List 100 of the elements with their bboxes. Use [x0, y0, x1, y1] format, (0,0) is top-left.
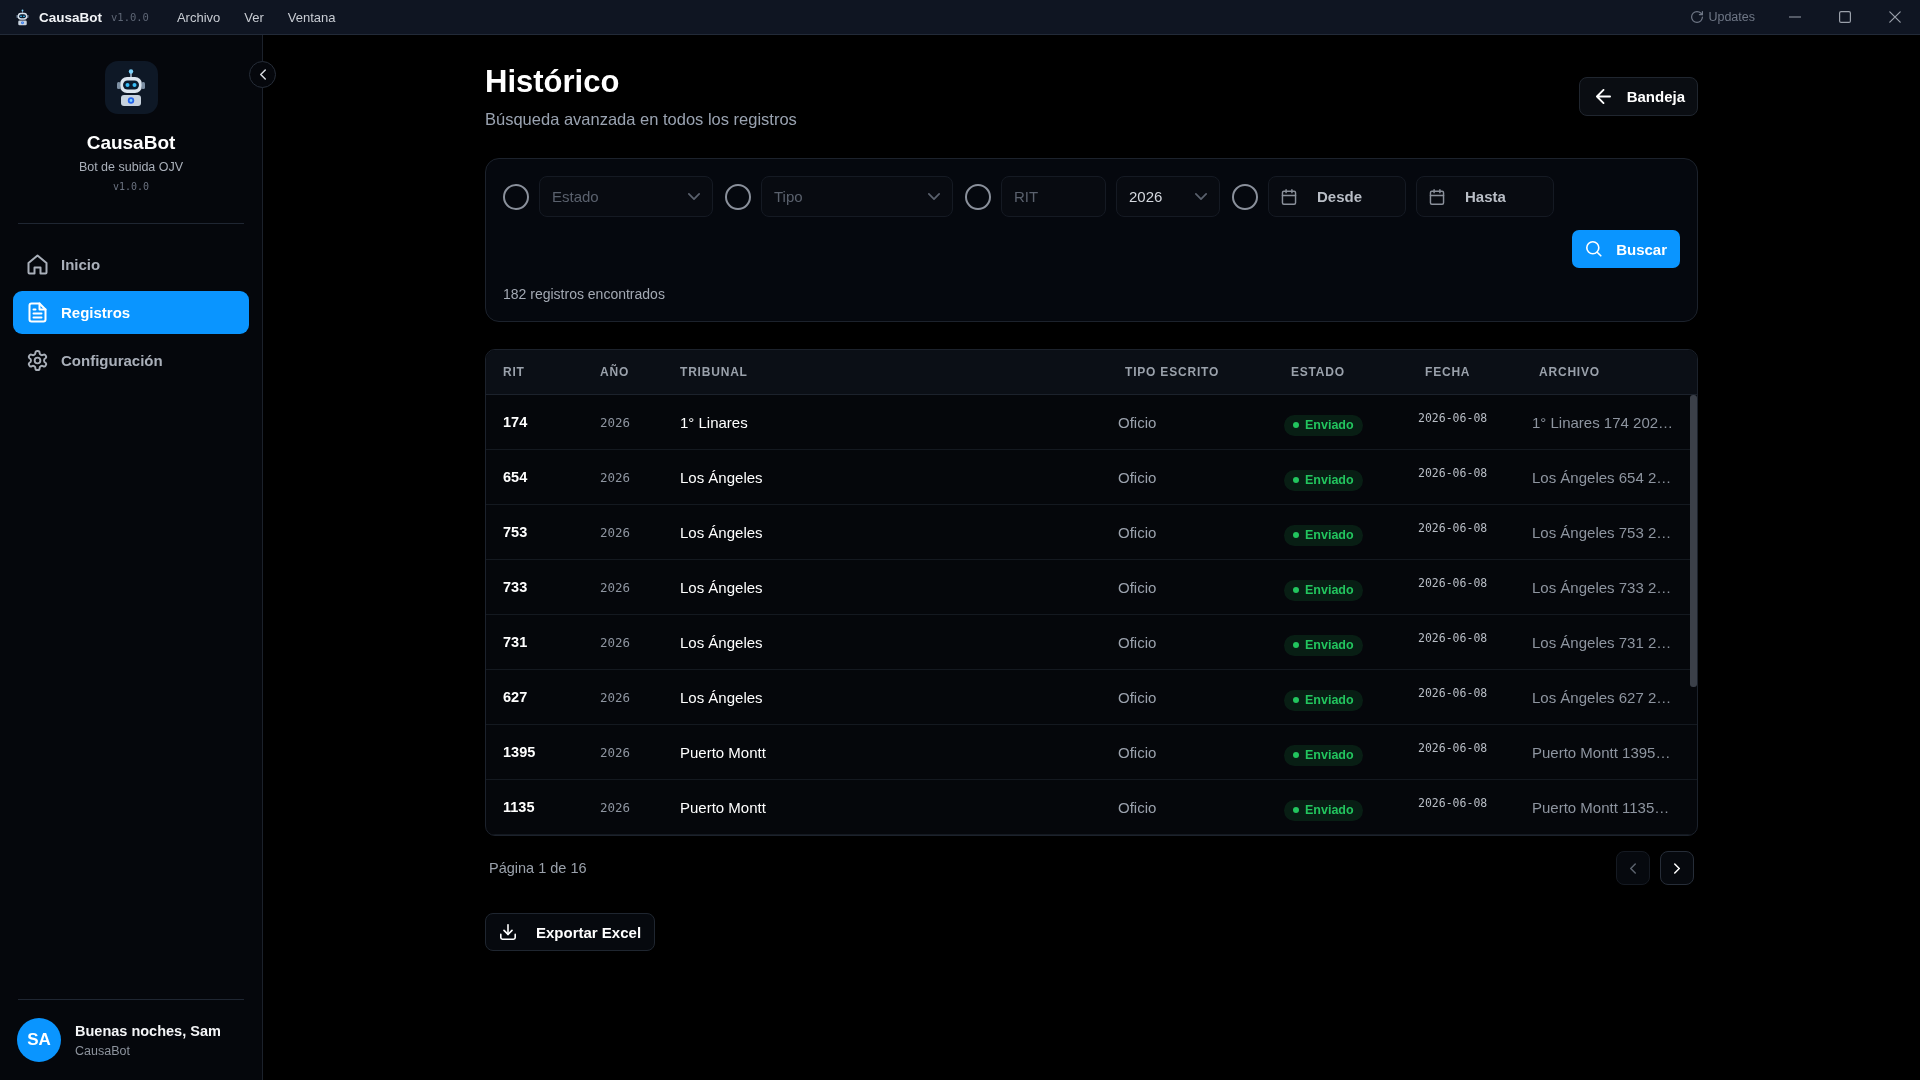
table-cell-text: Los Ángeles	[680, 578, 764, 596]
result-count: 182 registros encontrados	[503, 285, 666, 304]
table-cell-text: 2026	[600, 579, 632, 595]
table-cell-text: Oficio	[1118, 523, 1158, 541]
status-text: Enviado	[1305, 583, 1354, 597]
chevron-right-icon	[1674, 862, 1680, 874]
table-cell-text: Los Ángeles 731 2…	[1532, 633, 1673, 651]
calendar-icon	[1429, 188, 1445, 205]
table-cell-text: 1° Linares	[680, 413, 749, 431]
app-name: CausaBot	[39, 9, 102, 25]
table-cell-text: Oficio	[1118, 743, 1158, 761]
table-cell-text: 174	[503, 414, 529, 430]
nav-item[interactable]: Configuración	[13, 339, 249, 382]
table-cell-text: 2026	[600, 634, 632, 650]
radio-button[interactable]	[503, 183, 529, 210]
table-cell-text: 627	[503, 689, 529, 705]
column-header: TIPO ESCRITO	[1124, 365, 1221, 379]
search-icon	[1586, 241, 1603, 257]
table-cell-text: 733	[503, 579, 529, 595]
table-cell-text: 2026-06-08	[1418, 741, 1489, 755]
dropdown-field[interactable]: 2026	[1116, 176, 1220, 217]
table-cell-text: 2026-06-08	[1418, 466, 1489, 480]
table-cell-text: Oficio	[1118, 798, 1158, 816]
table-cell-text: 2026-06-08	[1418, 576, 1489, 590]
status-text: Enviado	[1305, 693, 1354, 707]
back-button[interactable]: Bandeja	[1578, 76, 1698, 116]
avatar: SA	[17, 1018, 61, 1062]
table-cell-text: Los Ángeles 733 2…	[1532, 578, 1673, 596]
version-label: v1.0.0	[111, 11, 149, 23]
close-icon	[1889, 11, 1901, 23]
updates-button[interactable]: Updates	[1691, 5, 1755, 29]
table-cell-text: Los Ángeles	[680, 523, 764, 541]
status-text: Enviado	[1305, 528, 1354, 542]
table-cell-text: Oficio	[1118, 633, 1158, 651]
table-cell-text: Los Ángeles 654 2…	[1532, 468, 1673, 486]
column-header: TRIBUNAL	[680, 365, 749, 379]
status-text: Enviado	[1305, 418, 1354, 432]
page-indicator: Página 1 de 16	[489, 860, 587, 876]
table-cell-text: 2026-06-08	[1418, 796, 1489, 810]
calendar-icon	[1281, 188, 1297, 205]
table-cell-text: 2026	[600, 469, 632, 485]
table-cell-text: 2026	[600, 799, 632, 815]
collapse-button[interactable]	[249, 61, 276, 88]
table-cell-text: Oficio	[1118, 413, 1158, 431]
table-cell-text: 2026-06-08	[1418, 686, 1489, 700]
table-cell-text: Los Ángeles	[680, 688, 764, 706]
table-cell-text: Puerto Montt 1395…	[1532, 743, 1672, 761]
refresh-icon	[1691, 11, 1704, 23]
table-cell-text: 2026	[600, 524, 632, 540]
column-header: AÑO	[600, 365, 631, 379]
robot-icon	[14, 8, 31, 26]
table-cell-text: Puerto Montt	[680, 743, 767, 761]
menu-item[interactable]: Ventana	[275, 0, 348, 34]
app-subtitle: Bot de subida OJV	[77, 159, 185, 176]
radio-button[interactable]	[725, 183, 751, 210]
date-button[interactable]: Desde	[1268, 176, 1406, 217]
chevron-down-icon	[928, 193, 940, 200]
menu-item[interactable]: Archivo	[164, 0, 233, 34]
app-name: CausaBot	[85, 131, 177, 155]
column-header: ESTADO	[1290, 365, 1346, 379]
status-text: Enviado	[1305, 638, 1354, 652]
table-cell-text: 1° Linares 174 202…	[1532, 413, 1675, 431]
status-text: Enviado	[1305, 803, 1354, 817]
table-cell-text: 654	[503, 469, 529, 485]
arrow-left-icon	[1595, 88, 1611, 104]
table-cell-text: 2026	[600, 744, 632, 760]
export-button[interactable]: Exportar Excel	[485, 913, 656, 951]
version-label: v1.0.0	[111, 180, 151, 194]
status-text: Enviado	[1305, 748, 1354, 762]
table-cell-text: 1135	[503, 799, 536, 815]
table-cell-text: 2026	[600, 414, 632, 430]
table-cell-text: Puerto Montt 1135…	[1532, 798, 1671, 816]
minimize-icon	[1789, 16, 1801, 18]
chevron-left-icon	[259, 69, 266, 80]
robot-icon	[104, 61, 158, 114]
date-button[interactable]: Hasta	[1416, 176, 1554, 217]
table-cell-text: 2026-06-08	[1418, 411, 1489, 425]
menu-item[interactable]: Ver	[232, 0, 276, 34]
page-title: Histórico	[485, 63, 621, 101]
settings-icon	[27, 350, 48, 371]
nav-item[interactable]: Inicio	[13, 243, 249, 286]
radio-button[interactable]	[965, 183, 991, 210]
column-header: FECHA	[1424, 365, 1472, 379]
table-cell-text: Oficio	[1118, 578, 1158, 596]
table-cell-text: 753	[503, 524, 529, 540]
table-cell-text: Los Ángeles	[680, 633, 764, 651]
text-input[interactable]: RIT	[1001, 176, 1106, 217]
column-header: ARCHIVO	[1538, 365, 1601, 379]
column-header: RIT	[503, 365, 526, 379]
table-cell-text: 2026-06-08	[1418, 631, 1489, 645]
table-cell-text: Oficio	[1118, 688, 1158, 706]
table-cell-text: Los Ángeles 753 2…	[1532, 523, 1673, 541]
table-cell-text: 1395	[503, 744, 537, 760]
page-subtitle: Búsqueda avanzada en todos los registros	[485, 109, 797, 130]
table-cell-text: Los Ángeles 627 2…	[1532, 688, 1673, 706]
scrollbar-thumb[interactable]	[1690, 395, 1697, 687]
table-cell-text: Los Ángeles	[680, 468, 764, 486]
table-cell-text: 2026-06-08	[1418, 521, 1489, 535]
radio-button[interactable]	[1232, 183, 1258, 210]
download-icon	[500, 924, 516, 940]
